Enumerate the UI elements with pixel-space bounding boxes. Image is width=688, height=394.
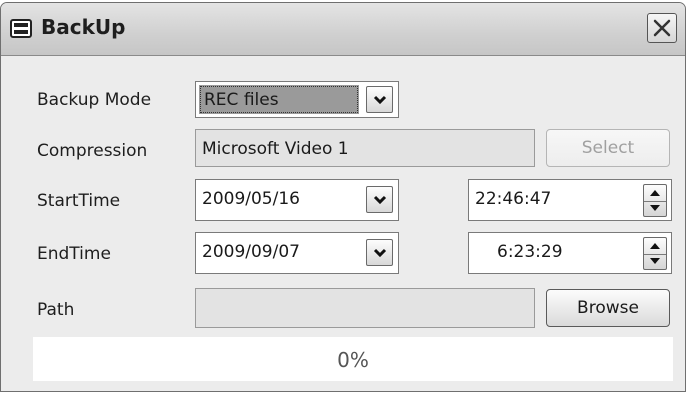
end-time-spin-buttons[interactable] bbox=[643, 237, 667, 270]
backup-drive-icon bbox=[10, 19, 32, 38]
end-date-value: 2009/09/07 bbox=[202, 242, 300, 262]
backup-mode-dropdown-button[interactable] bbox=[366, 86, 393, 113]
backup-window: BackUp Backup Mode REC files Compression… bbox=[0, 2, 686, 392]
compression-value: Microsoft Video 1 bbox=[202, 139, 349, 159]
spin-down-button[interactable] bbox=[644, 254, 666, 270]
end-time-spinner[interactable]: 6:23:29 bbox=[468, 232, 672, 274]
end-time-label: EndTime bbox=[37, 244, 111, 264]
path-label: Path bbox=[37, 300, 75, 320]
spin-up-button[interactable] bbox=[644, 185, 666, 202]
end-date-picker[interactable]: 2009/09/07 bbox=[195, 232, 399, 274]
progress-text: 0% bbox=[337, 348, 369, 372]
backup-mode-select[interactable]: REC files bbox=[195, 81, 399, 118]
close-button[interactable] bbox=[647, 13, 677, 43]
select-button[interactable]: Select bbox=[546, 129, 670, 167]
compression-label: Compression bbox=[37, 141, 148, 161]
start-time-spinner[interactable]: 22:46:47 bbox=[468, 179, 672, 221]
spin-down-button[interactable] bbox=[644, 201, 666, 217]
path-field bbox=[195, 288, 535, 328]
start-date-dropdown-button[interactable] bbox=[366, 186, 393, 213]
end-date-dropdown-button[interactable] bbox=[366, 239, 393, 266]
start-time-value: 22:46:47 bbox=[475, 189, 552, 209]
backup-mode-value: REC files bbox=[199, 85, 359, 114]
start-time-spin-buttons[interactable] bbox=[643, 184, 667, 217]
browse-button[interactable]: Browse bbox=[546, 289, 670, 327]
start-time-label: StartTime bbox=[37, 191, 121, 211]
window-title: BackUp bbox=[41, 15, 126, 39]
spin-up-button[interactable] bbox=[644, 238, 666, 255]
end-time-value: 6:23:29 bbox=[497, 242, 563, 262]
compression-field: Microsoft Video 1 bbox=[195, 129, 535, 167]
progress-bar: 0% bbox=[33, 337, 673, 381]
title-bar[interactable]: BackUp bbox=[1, 3, 685, 56]
start-date-value: 2009/05/16 bbox=[202, 189, 300, 209]
backup-mode-label: Backup Mode bbox=[37, 90, 152, 110]
start-date-picker[interactable]: 2009/05/16 bbox=[195, 179, 399, 221]
